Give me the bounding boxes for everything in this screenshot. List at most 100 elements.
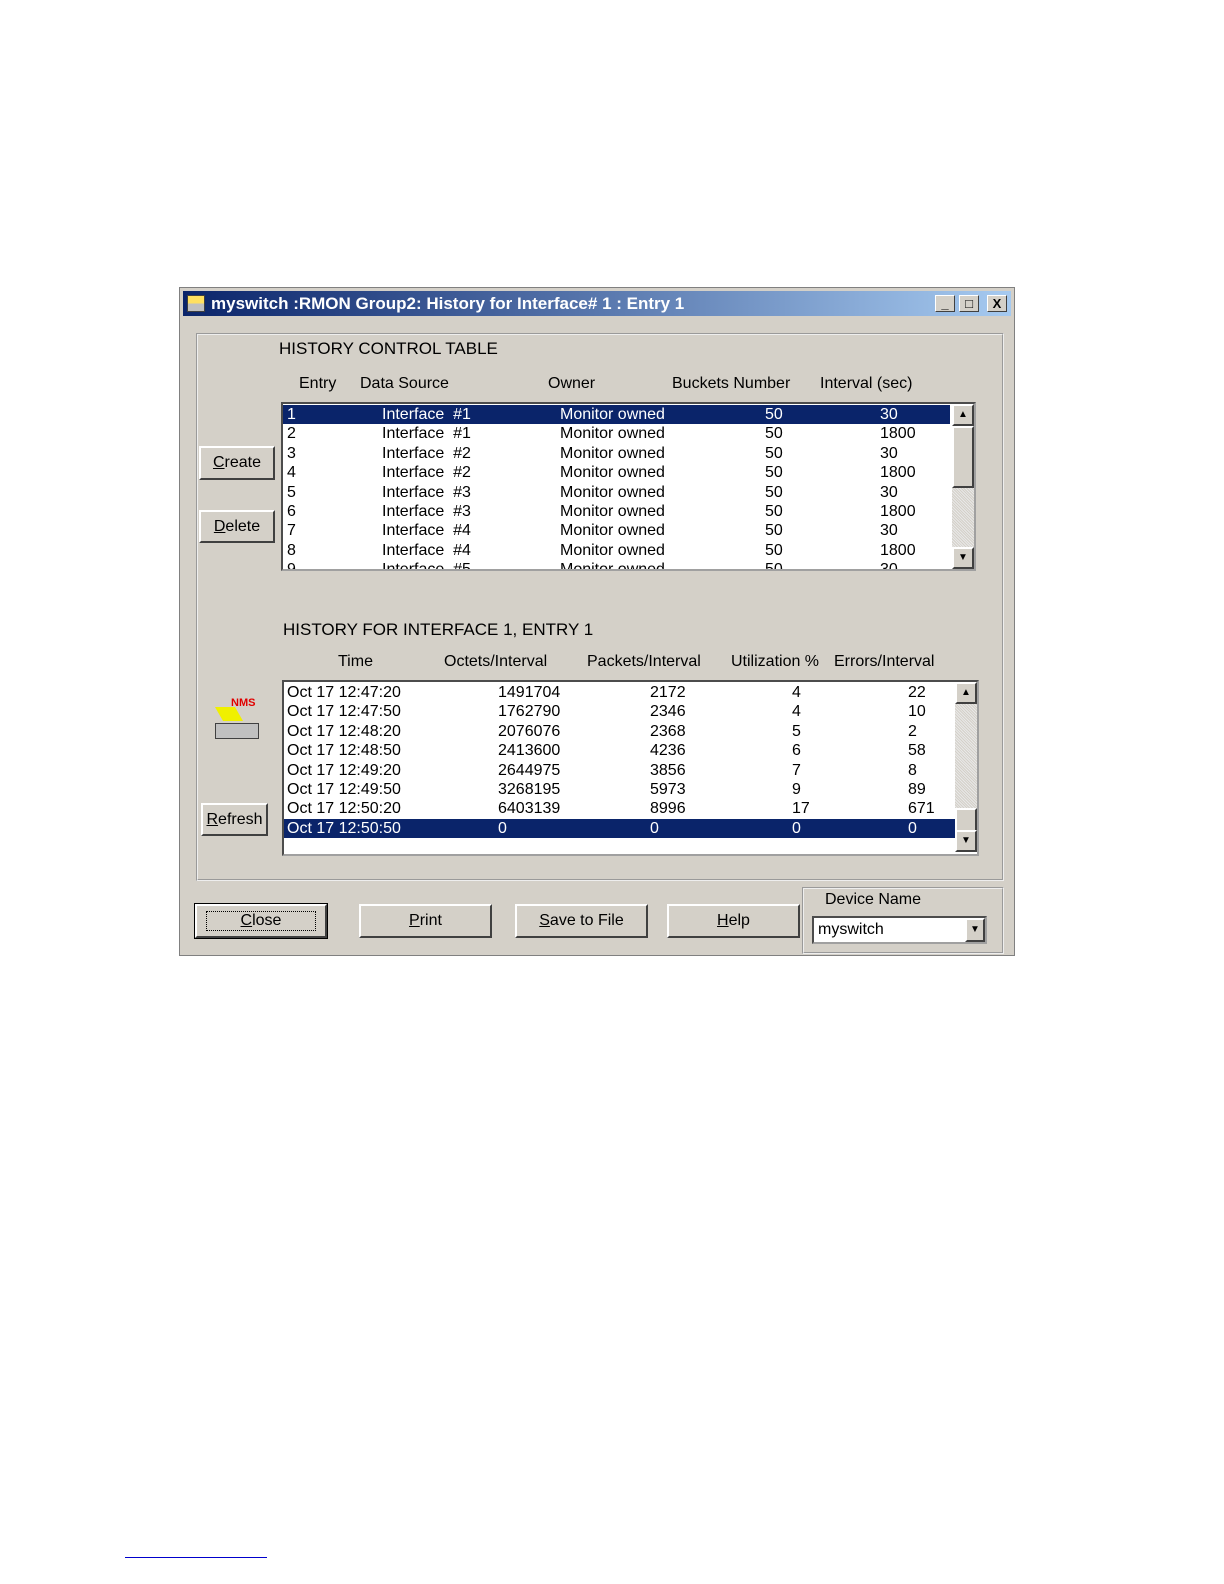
history-cell: 8: [908, 761, 917, 779]
column-header: Time: [338, 653, 373, 670]
table-row[interactable]: 8 Interface #4 Monitor owned 50 1800: [283, 541, 950, 560]
table-row[interactable]: 2 Interface #1 Monitor owned 50 1800: [283, 424, 950, 443]
refresh-mnemonic: R: [206, 810, 219, 828]
history-row[interactable]: Oct 17 12:49:50 3268195 5973 9 89: [284, 780, 955, 799]
history-cell: Oct 17 12:50:20: [287, 800, 401, 818]
table-cell: 30: [880, 444, 898, 462]
minimize-button[interactable]: _: [935, 295, 955, 312]
scroll-up-icon[interactable]: ▲: [955, 682, 977, 704]
close-label: lose: [252, 912, 282, 929]
scroll-up-icon[interactable]: ▲: [952, 404, 974, 426]
history-cell: Oct 17 12:47:20: [287, 684, 401, 701]
table-cell: 4: [287, 464, 296, 482]
history-cell: Oct 17 12:48:20: [287, 722, 401, 740]
column-header: Entry: [299, 375, 337, 392]
history-cell: 2172: [650, 684, 686, 701]
history-cell: 0: [498, 819, 507, 837]
history-row[interactable]: Oct 17 12:48:50 2413600 4236 6 58: [284, 741, 955, 760]
history-cell: 9: [792, 781, 801, 798]
column-header: Interval (sec): [820, 375, 913, 392]
table-cell: 50: [765, 425, 783, 443]
history-cell: 58: [908, 742, 926, 760]
history-row[interactable]: Oct 17 12:50:20 6403139 8996 17 671: [284, 799, 955, 818]
history-cell: 0: [650, 819, 659, 837]
print-button[interactable]: Print: [359, 904, 492, 938]
create-button[interactable]: Create: [199, 446, 275, 480]
scroll-thumb[interactable]: [955, 808, 977, 832]
table-cell: 50: [765, 561, 783, 571]
history-cell: 3856: [650, 761, 686, 779]
table-row[interactable]: 5 Interface #3 Monitor owned 50 30: [283, 483, 950, 502]
app-icon: [187, 295, 205, 312]
create-mnemonic: C: [212, 454, 225, 471]
window-title: myswitch :RMON Group2: History for Inter…: [211, 294, 685, 313]
column-header: Buckets Number: [672, 375, 791, 392]
history-cell: 2368: [650, 722, 686, 740]
control-table-scrollbar[interactable]: ▲ ▼: [952, 404, 974, 569]
table-row[interactable]: 4 Interface #2 Monitor owned 50 1800: [283, 463, 950, 482]
scroll-down-icon[interactable]: ▼: [955, 830, 977, 852]
history-cell: 22: [908, 684, 926, 701]
history-row[interactable]: Oct 17 12:47:20 1491704 2172 4 22: [284, 683, 955, 702]
history-cell: 6: [792, 742, 801, 760]
history-row[interactable]: Oct 17 12:49:20 2644975 3856 7 8: [284, 761, 955, 780]
scroll-down-icon[interactable]: ▼: [952, 547, 974, 569]
table-cell: 1800: [880, 503, 916, 520]
history-cell: 5973: [650, 781, 686, 798]
table-row[interactable]: 6 Interface #3 Monitor owned 50 1800: [283, 502, 950, 521]
table-row[interactable]: 7 Interface #4 Monitor owned 50 30: [283, 521, 950, 540]
nms-beam: [214, 707, 244, 721]
title-bar[interactable]: myswitch :RMON Group2: History for Inter…: [183, 291, 1011, 316]
table-cell: 30: [880, 483, 898, 501]
table-cell: 50: [765, 522, 783, 540]
table-cell: Interface #1: [382, 406, 471, 423]
table-cell: 50: [765, 406, 783, 423]
delete-button[interactable]: Delete: [199, 510, 275, 543]
table-row[interactable]: 1 Interface #1 Monitor owned 50 30: [283, 405, 950, 424]
table-row[interactable]: 3 Interface #2 Monitor owned 50 30: [283, 444, 950, 463]
table-cell: Monitor owned: [560, 541, 665, 559]
table-cell: Monitor owned: [560, 503, 665, 520]
column-header: Packets/Interval: [587, 653, 701, 670]
table-cell: 50: [765, 483, 783, 501]
refresh-button[interactable]: Refresh: [201, 803, 268, 836]
history-cell: 4236: [650, 742, 686, 760]
history-list[interactable]: Oct 17 12:47:20 1491704 2172 4 22 Oct 17 12:4…: [282, 680, 979, 856]
history-cell: 7: [792, 761, 801, 779]
history-cell: 1762790: [498, 703, 561, 721]
chevron-down-icon[interactable]: ▼: [965, 918, 985, 942]
table-cell: 30: [880, 522, 898, 540]
delete-label: elete: [225, 517, 261, 535]
table-cell: 6: [287, 503, 296, 520]
history-cell: 2413600: [498, 742, 561, 760]
table-cell: Monitor owned: [560, 561, 665, 571]
column-header: Data Source: [360, 375, 449, 392]
history-cell: 671: [908, 800, 935, 818]
history-row[interactable]: Oct 17 12:48:20 2076076 2368 5 2: [284, 722, 955, 741]
table-cell: 7: [287, 522, 296, 540]
history-heading: HISTORY FOR INTERFACE 1, ENTRY 1: [283, 620, 594, 639]
scroll-thumb[interactable]: [952, 426, 974, 488]
history-scrollbar[interactable]: ▲ ▼: [955, 682, 977, 852]
history-row[interactable]: Oct 17 12:50:50 0 0 0 0: [284, 818, 955, 838]
device-name-combobox[interactable]: myswitch ▼: [812, 916, 987, 944]
save-to-file-button[interactable]: Save to File: [515, 904, 648, 938]
table-cell: Interface #3: [382, 483, 471, 501]
help-button[interactable]: Help: [667, 904, 800, 938]
table-cell: 30: [880, 561, 898, 571]
close-button[interactable]: Close: [194, 903, 328, 939]
table-cell: 3: [287, 444, 296, 462]
history-row[interactable]: Oct 17 12:47:50 1762790 2346 4 10: [284, 702, 955, 721]
history-cell: 0: [792, 819, 801, 837]
table-cell: 1800: [880, 541, 916, 559]
save-mnemonic: S: [539, 912, 550, 929]
close-window-button[interactable]: X: [987, 295, 1007, 312]
column-header: Errors/Interval: [834, 653, 935, 670]
table-cell: 1: [287, 406, 296, 423]
delete-mnemonic: D: [213, 517, 226, 535]
control-table-list[interactable]: 1 Interface #1 Monitor owned 50 30 2 Interface…: [281, 402, 976, 571]
column-header: Octets/Interval: [444, 653, 548, 670]
table-row[interactable]: 9 Interface #5 Monitor owned 50 30: [283, 560, 950, 571]
maximize-button[interactable]: □: [959, 295, 979, 312]
history-cell: 0: [908, 819, 917, 837]
